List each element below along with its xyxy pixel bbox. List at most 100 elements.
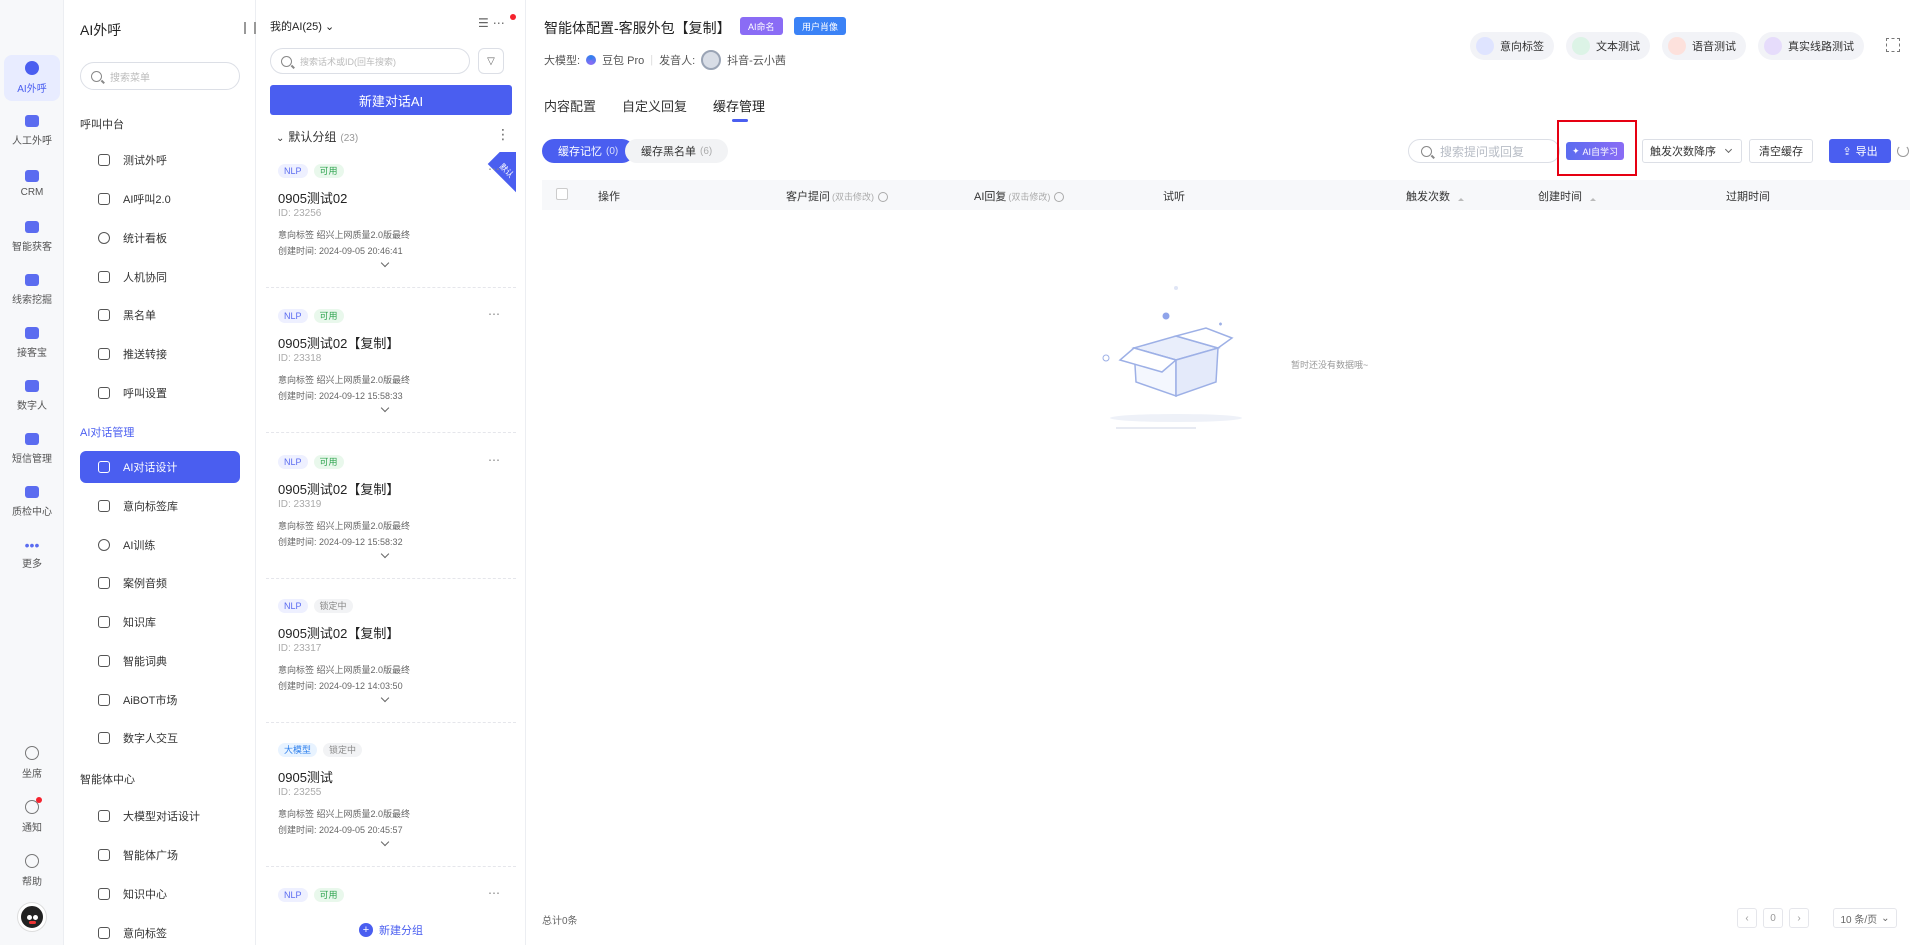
nav-group-ai-dialog: AI对话管理 — [80, 427, 135, 439]
card-more-icon[interactable]: ⋯ — [488, 162, 500, 176]
nav-item-intent-tag[interactable]: 意向标签 — [80, 917, 240, 945]
col-trigger-count[interactable]: 触发次数 — [1406, 188, 1464, 204]
expand-chevron-icon[interactable] — [380, 837, 390, 847]
voice-test-button[interactable]: 语音测试 — [1662, 32, 1746, 60]
refresh-icon[interactable] — [1897, 145, 1909, 157]
model-info: 大模型: 豆包 Pro | 发音人: 抖音-云小茜 — [544, 50, 786, 70]
ai-search-input[interactable]: 搜索话术或ID(回车搜索) — [270, 48, 470, 74]
nav-item-human-machine[interactable]: 人机协同 — [80, 261, 240, 293]
next-page-icon[interactable]: › — [1789, 908, 1809, 928]
rail-item-inspect[interactable]: 质检中心 — [4, 479, 60, 525]
empty-state-text: 暂时还没有数据哦~ — [1291, 360, 1369, 370]
search-icon — [281, 55, 292, 67]
nav-item-intent-tag-lib[interactable]: 意向标签库 — [80, 490, 240, 522]
rail-item-crm[interactable]: CRM — [4, 161, 60, 207]
card-more-icon[interactable]: ⋯ — [488, 453, 500, 467]
new-group-button[interactable]: + 新建分组 — [256, 915, 526, 945]
sort-select[interactable]: 触发次数降序 — [1642, 139, 1742, 163]
nav-item-ai-call-2[interactable]: AI呼叫2.0 — [80, 183, 240, 215]
nav-item-knowledge-base[interactable]: 知识库 — [80, 606, 240, 638]
card-time: 创建时间: 2024-09-12 15:58:32 — [278, 537, 403, 547]
nav-item-test-call[interactable]: 测试外呼 — [80, 144, 240, 176]
card-more-icon[interactable]: ⋯ — [488, 886, 500, 900]
nav-item-aibot-market[interactable]: AiBOT市场 — [80, 684, 240, 716]
ai-name-badge[interactable]: AI命名 — [740, 17, 783, 35]
nav-item-blacklist[interactable]: 黑名单 — [80, 299, 240, 331]
ai-card[interactable]: NLP 可用 ⋯ — [266, 876, 516, 912]
rail-item-ai-call[interactable]: AI外呼 — [4, 55, 60, 101]
intent-tag-button[interactable]: 意向标签 — [1470, 32, 1554, 60]
fullscreen-icon[interactable] — [1886, 38, 1900, 52]
group-more-icon[interactable]: ⋮ — [496, 126, 510, 143]
nav-item-call-settings[interactable]: 呼叫设置 — [80, 377, 240, 409]
expand-chevron-icon[interactable] — [380, 693, 390, 703]
user-persona-badge[interactable]: 用户肖像 — [794, 17, 847, 35]
tab-cache-management[interactable]: 缓存管理 — [713, 96, 765, 122]
sort-icon[interactable]: ☰ — [478, 16, 493, 30]
cache-blacklist-chip[interactable]: 缓存黑名单 (6) — [625, 139, 729, 163]
real-line-test-button[interactable]: 真实线路测试 — [1758, 32, 1864, 60]
sort-icon — [1590, 193, 1596, 202]
user-avatar[interactable] — [18, 903, 46, 931]
card-time: 创建时间: 2024-09-12 14:03:50 — [278, 681, 403, 691]
store-icon — [98, 849, 110, 861]
type-tag: NLP — [278, 455, 308, 469]
card-more-icon[interactable]: ⋯ — [488, 307, 500, 321]
col-expire-time: 过期时间 — [1726, 191, 1770, 203]
ai-self-learn-button[interactable]: ✦ AI自学习 — [1566, 142, 1625, 160]
nav-item-ai-dialog-design[interactable]: AI对话设计 — [80, 451, 240, 483]
ai-card[interactable]: 默认 NLP 可用 ⋯ 0905测试02 ID: 23256 意向标签 绍兴上网质… — [266, 152, 516, 288]
collapse-icon[interactable] — [244, 22, 256, 34]
clear-cache-button[interactable]: 清空缓存 — [1749, 139, 1813, 163]
cache-memory-chip[interactable]: 缓存记忆 (0) — [542, 139, 635, 163]
new-dialog-ai-button[interactable]: 新建对话AI — [270, 85, 512, 115]
robot-icon — [98, 732, 110, 744]
select-all-checkbox[interactable] — [556, 188, 568, 200]
ai-card[interactable]: NLP 锁定中 0905测试02【复制】 ID: 23317 意向标签 绍兴上网质… — [266, 587, 516, 723]
card-name: 0905测试02【复制】 — [278, 336, 400, 351]
phone-icon — [98, 154, 110, 166]
my-ai-dropdown[interactable]: 我的AI(25) ⌄ — [270, 18, 334, 34]
rail-item-more[interactable]: ••• 更多 — [4, 532, 60, 578]
rail-item-clue[interactable]: 线索挖掘 — [4, 267, 60, 313]
filter-button[interactable]: ▽ — [478, 48, 504, 74]
nav-item-llm-dialog[interactable]: 大模型对话设计 — [80, 800, 240, 832]
page-number[interactable]: 0 — [1763, 908, 1783, 928]
nav-item-ai-train[interactable]: AI训练 — [80, 529, 240, 561]
rail-item-acquire[interactable]: 智能获客 — [4, 214, 60, 260]
nav-item-agent-plaza[interactable]: 智能体广场 — [80, 839, 240, 871]
nav-item-digital-interact[interactable]: 数字人交互 — [80, 722, 240, 754]
nav-item-push-transfer[interactable]: 推送转接 — [80, 338, 240, 370]
expand-chevron-icon[interactable] — [380, 258, 390, 268]
rail-item-manual-call[interactable]: 人工外呼 — [4, 108, 60, 154]
ai-card[interactable]: 大模型 锁定中 0905测试 ID: 23255 意向标签 绍兴上网质量2.0版最… — [266, 731, 516, 867]
export-button[interactable]: ⇪ 导出 — [1829, 139, 1891, 163]
ai-card[interactable]: NLP 可用 ⋯ 0905测试02【复制】 ID: 23319 意向标签 绍兴上网… — [266, 443, 516, 579]
col-created-time[interactable]: 创建时间 — [1538, 188, 1596, 204]
rail-item-help[interactable]: 帮助 — [4, 848, 60, 894]
card-id: ID: 23256 — [278, 208, 322, 219]
text-test-button[interactable]: 文本测试 — [1566, 32, 1650, 60]
nav-item-knowledge-center[interactable]: 知识中心 — [80, 878, 240, 910]
expand-chevron-icon[interactable] — [380, 403, 390, 413]
rail-item-sms[interactable]: 短信管理 — [4, 426, 60, 472]
menu-search-input[interactable]: 搜索菜单 — [80, 62, 240, 90]
prev-page-icon[interactable]: ‹ — [1737, 908, 1757, 928]
nav-item-smart-dict[interactable]: 智能词典 — [80, 645, 240, 677]
rail-item-reception[interactable]: 接客宝 — [4, 320, 60, 366]
nav-item-case-audio[interactable]: 案例音频 — [80, 567, 240, 599]
ai-card[interactable]: NLP 可用 ⋯ 0905测试02【复制】 ID: 23318 意向标签 绍兴上网… — [266, 297, 516, 433]
col-listen: 试听 — [1163, 191, 1185, 203]
expand-chevron-icon[interactable] — [380, 549, 390, 559]
more-icon[interactable]: ⋯ — [493, 16, 509, 30]
rail-item-digital-human[interactable]: 数字人 — [4, 373, 60, 419]
rail-item-seat[interactable]: 坐席 — [4, 740, 60, 786]
group-header[interactable]: ⌄ 默认分组 (23) — [276, 128, 358, 145]
nav-item-dashboard[interactable]: 统计看板 — [80, 222, 240, 254]
tab-content-config[interactable]: 内容配置 — [544, 96, 596, 115]
card-id: ID: 23318 — [278, 353, 322, 364]
rail-item-notify[interactable]: 通知 — [4, 794, 60, 840]
page-size-select[interactable]: 10 条/页 ⌄ — [1833, 908, 1897, 928]
tab-custom-reply[interactable]: 自定义回复 — [622, 96, 687, 115]
cache-search-input[interactable]: 搜索提问或回复 — [1408, 139, 1560, 163]
